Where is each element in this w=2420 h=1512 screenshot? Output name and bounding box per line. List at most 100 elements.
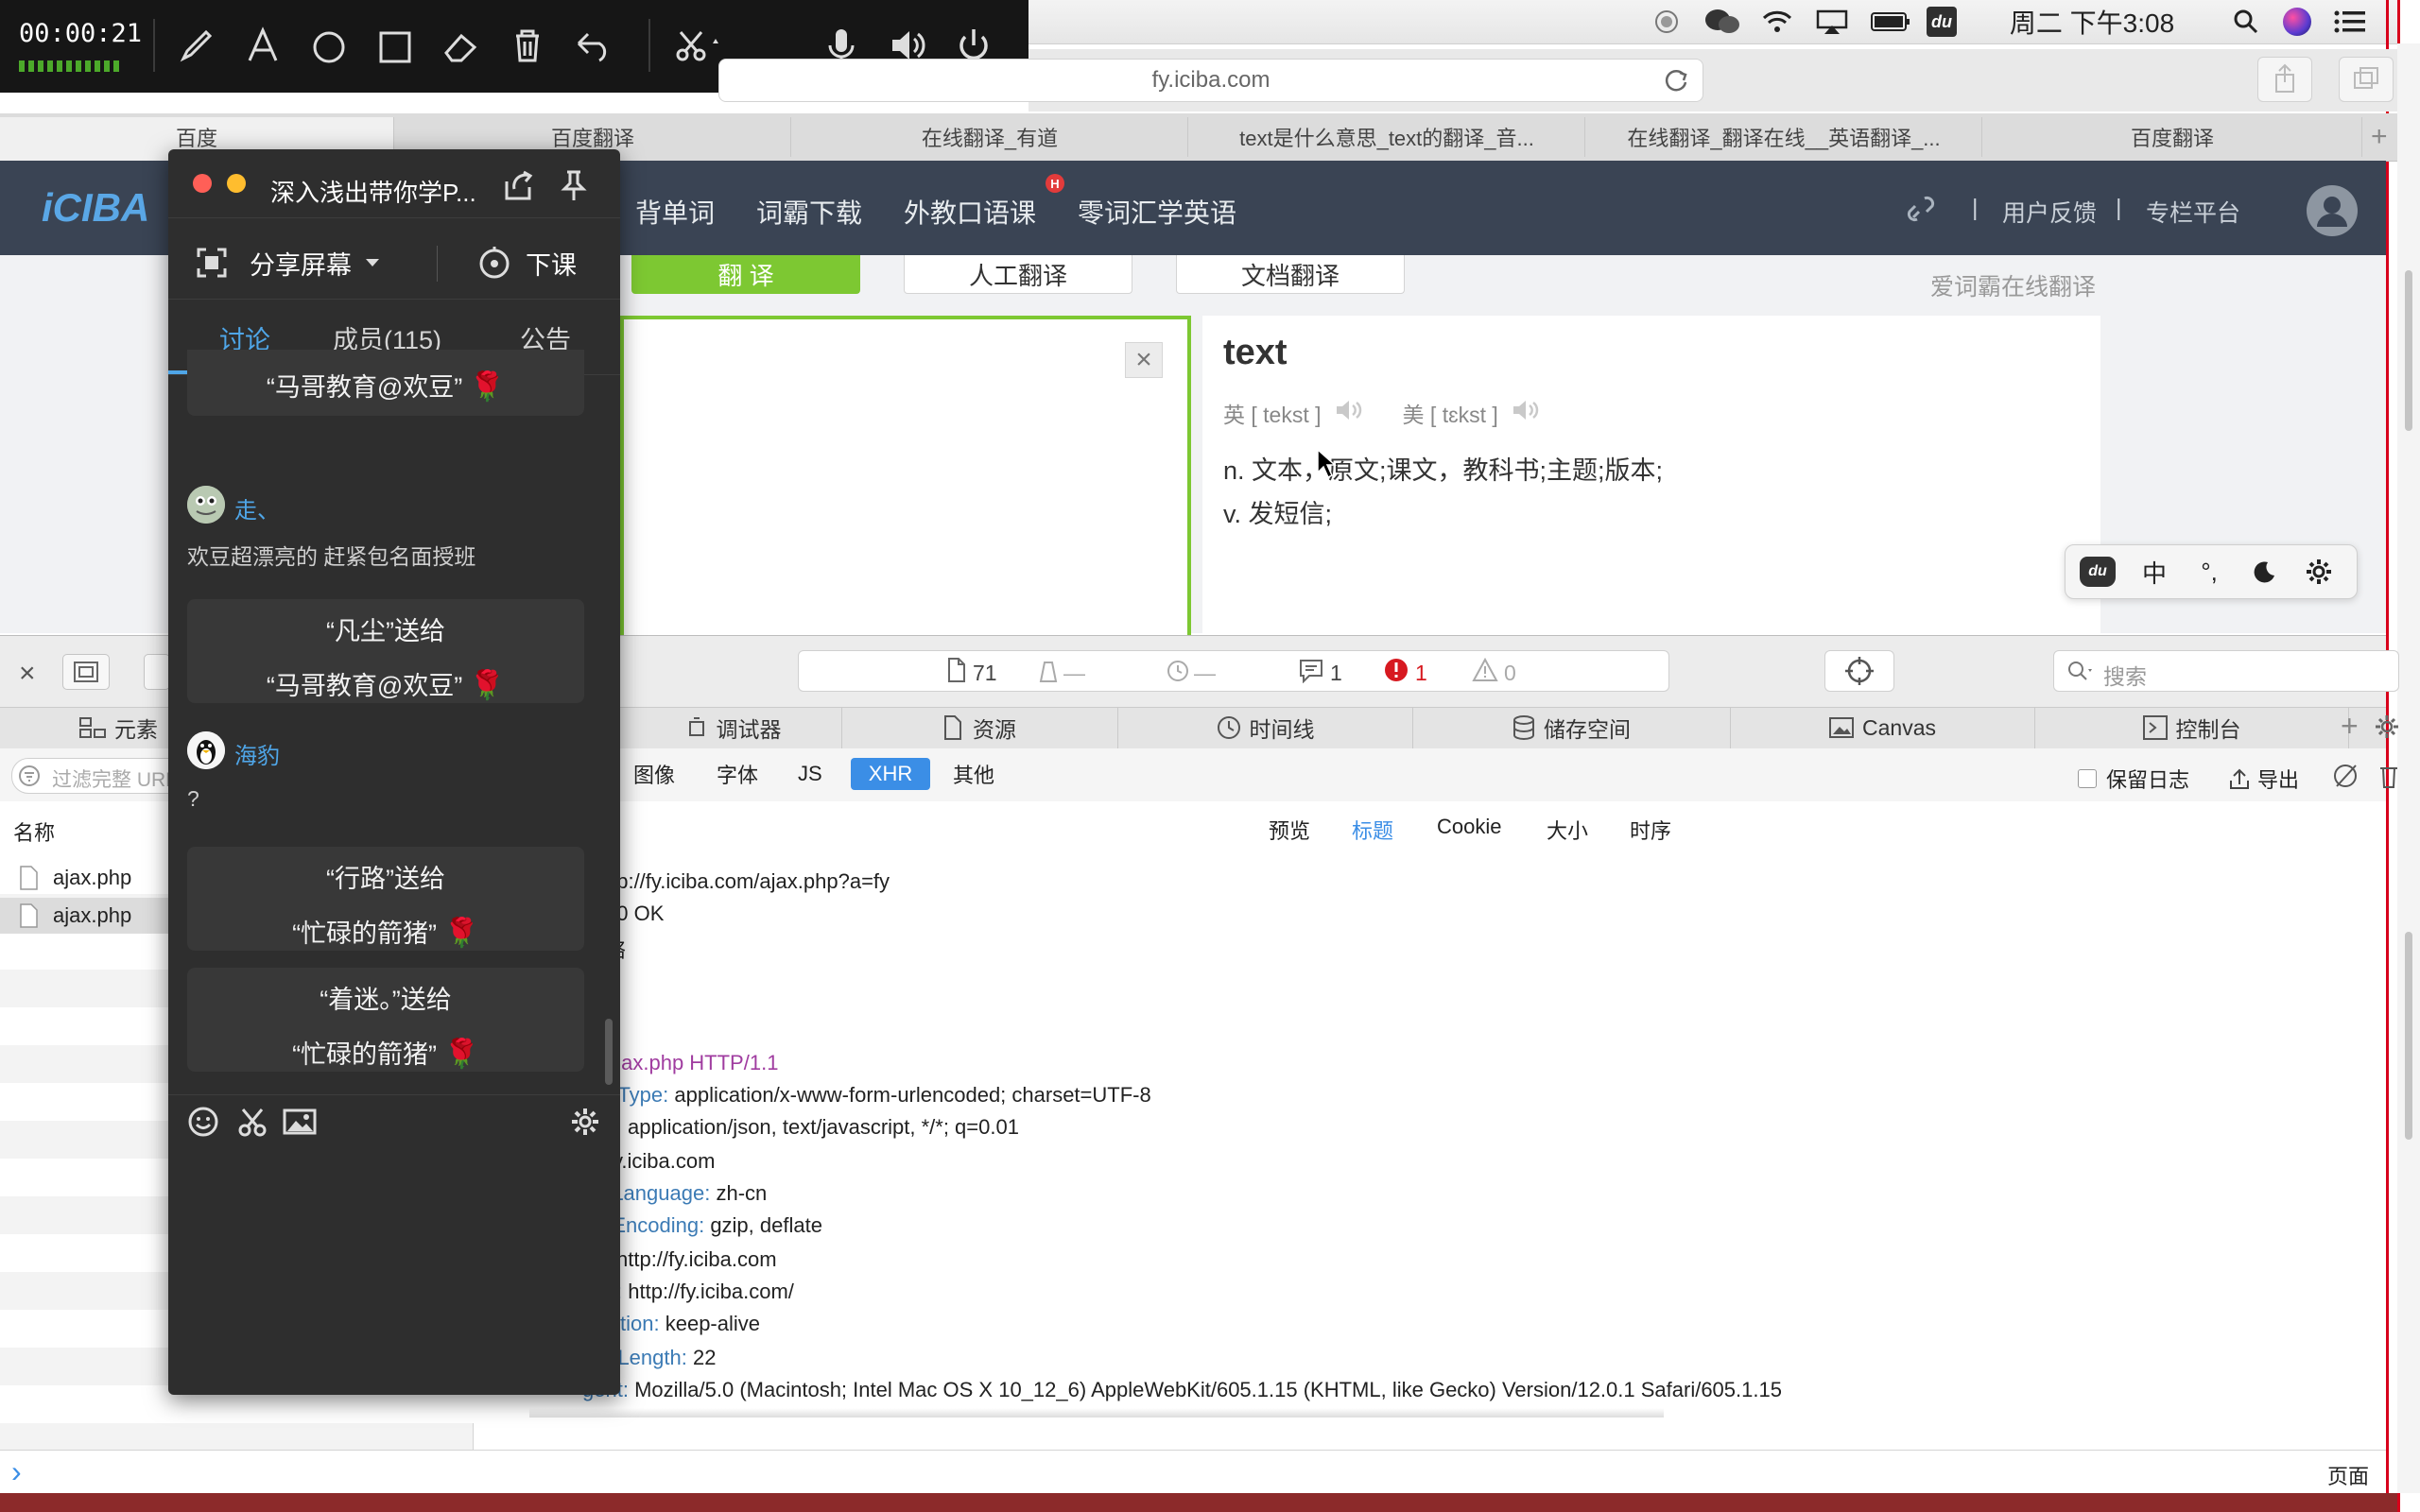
- user-avatar[interactable]: [187, 486, 225, 524]
- add-tab-plus-icon[interactable]: +: [2341, 709, 2359, 744]
- detail-tab-size[interactable]: 大小: [1547, 815, 1588, 845]
- spotlight-search-icon[interactable]: [2229, 6, 2263, 38]
- column-platform-link[interactable]: 专栏平台: [2146, 195, 2240, 229]
- share-out-icon[interactable]: [501, 168, 535, 207]
- export-button[interactable]: 导出: [2227, 764, 2299, 794]
- ime-punctuation-toggle[interactable]: °,: [2187, 555, 2232, 589]
- notification-center-icon[interactable]: [2331, 6, 2369, 38]
- browser-tab[interactable]: text是什么意思_text的翻译_音...: [1189, 117, 1585, 157]
- error-count: 1: [1415, 660, 1427, 685]
- tab-overview-button[interactable]: [2339, 57, 2394, 102]
- reload-icon[interactable]: [1663, 67, 1689, 98]
- user-feedback-link[interactable]: 用户反馈: [2002, 195, 2097, 229]
- inspect-element-button[interactable]: [1824, 650, 1894, 692]
- wifi-icon[interactable]: [1756, 6, 1798, 38]
- page-scrollbar[interactable]: [2397, 43, 2420, 1493]
- nav-link[interactable]: 背单词: [635, 193, 715, 231]
- share-screen-dropdown[interactable]: 分享屏幕: [195, 242, 382, 284]
- clear-icon[interactable]: ×: [1125, 342, 1163, 378]
- source-text-input[interactable]: ×: [620, 316, 1191, 637]
- tab-console[interactable]: 控制台: [2034, 707, 2349, 748]
- chat-scrollbar[interactable]: [605, 1019, 613, 1085]
- filter-images[interactable]: 图像: [628, 758, 681, 790]
- screenshot-scissors-icon[interactable]: [236, 1106, 268, 1143]
- devtools-search-input[interactable]: 搜索: [2053, 650, 2399, 692]
- tab-canvas[interactable]: Canvas: [1730, 707, 2035, 748]
- dock-toggle-button[interactable]: [62, 654, 110, 690]
- devtools-settings-gear-icon[interactable]: [2375, 713, 2399, 746]
- airplay-icon[interactable]: [1811, 6, 1853, 38]
- baidu-ime-icon[interactable]: du: [2077, 555, 2118, 589]
- name-column-header[interactable]: 名称: [13, 816, 55, 847]
- username[interactable]: 走、: [234, 491, 280, 524]
- pin-icon[interactable]: [560, 168, 588, 207]
- resource-count: 71: [973, 660, 997, 685]
- trash-icon[interactable]: [505, 23, 550, 68]
- tab-debugger[interactable]: 调试器: [624, 707, 842, 748]
- user-avatar[interactable]: [2307, 185, 2358, 236]
- new-tab-plus-icon[interactable]: +: [2371, 121, 2388, 153]
- filter-xhr[interactable]: XHR: [851, 758, 930, 790]
- rectangle-tool-icon[interactable]: [372, 23, 418, 68]
- human-translate-button[interactable]: 人工翻译: [904, 255, 1132, 294]
- ime-settings-gear-icon[interactable]: [2296, 555, 2342, 589]
- site-logo[interactable]: iCIBA: [42, 185, 149, 231]
- detail-tab-preview[interactable]: 预览: [1269, 815, 1310, 845]
- battery-icon[interactable]: [1868, 6, 1913, 38]
- document-translate-button[interactable]: 文档翻译: [1176, 255, 1405, 294]
- disable-cache-icon[interactable]: [2331, 762, 2360, 795]
- end-class-button[interactable]: 下课: [476, 242, 577, 284]
- preserve-log-checkbox[interactable]: 保留日志: [2078, 764, 2189, 794]
- siri-icon[interactable]: [2280, 6, 2314, 38]
- warning-icon[interactable]: [1472, 657, 1498, 689]
- ellipse-tool-icon[interactable]: [306, 23, 352, 68]
- detail-tab-headers[interactable]: 标题: [1352, 815, 1393, 845]
- ime-night-mode-icon[interactable]: [2241, 555, 2287, 589]
- tab-resources[interactable]: 资源: [841, 707, 1118, 748]
- log-message-icon[interactable]: [1298, 657, 1324, 689]
- image-upload-icon[interactable]: [282, 1106, 318, 1143]
- rose-icon: 🌹: [469, 670, 506, 701]
- user-avatar[interactable]: [187, 731, 225, 769]
- text-tool-icon[interactable]: [240, 23, 285, 68]
- ime-language-toggle[interactable]: 中: [2132, 555, 2177, 589]
- share-button[interactable]: [2257, 57, 2312, 102]
- address-bar[interactable]: fy.iciba.com: [718, 59, 1703, 102]
- console-prompt-bar[interactable]: › 页面: [0, 1450, 2386, 1494]
- eraser-tool-icon[interactable]: [439, 23, 484, 68]
- nav-link[interactable]: 词霸下载: [756, 193, 862, 231]
- clock[interactable]: 周二 下午3:08: [1974, 6, 2210, 38]
- minimize-window-button[interactable]: [227, 174, 246, 193]
- emoji-icon[interactable]: [187, 1106, 219, 1143]
- username[interactable]: 海豹: [234, 737, 280, 770]
- browser-tab[interactable]: 百度翻译: [1983, 117, 2362, 157]
- execution-context-label[interactable]: 页面: [2327, 1460, 2369, 1490]
- speaker-icon[interactable]: [1510, 397, 1542, 429]
- clear-log-trash-icon[interactable]: [2378, 762, 2397, 795]
- nav-link[interactable]: 零词汇学英语: [1078, 193, 1236, 231]
- pen-tool-icon[interactable]: [174, 23, 219, 68]
- link-icon[interactable]: [1906, 193, 1936, 230]
- filter-fonts[interactable]: 字体: [711, 758, 764, 790]
- speaker-icon[interactable]: [1333, 397, 1365, 429]
- close-window-button[interactable]: [193, 174, 212, 193]
- nav-link[interactable]: 外教口语课: [904, 193, 1036, 231]
- filter-other[interactable]: 其他: [947, 758, 1000, 790]
- chat-message-input[interactable]: [187, 1151, 601, 1368]
- close-icon[interactable]: ×: [19, 658, 36, 690]
- undo-icon[interactable]: [571, 23, 616, 68]
- baidu-du-icon[interactable]: du: [1925, 6, 1959, 38]
- wechat-icon[interactable]: [1702, 6, 1743, 38]
- browser-tab[interactable]: 在线翻译_翻译在线__英语翻译_...: [1586, 117, 1982, 157]
- dock-side-button[interactable]: [144, 654, 170, 690]
- error-icon[interactable]: [1383, 657, 1409, 689]
- tab-storage[interactable]: 储存空间: [1412, 707, 1731, 748]
- browser-tab[interactable]: 在线翻译_有道: [792, 117, 1188, 157]
- detail-tab-cookie[interactable]: Cookie: [1437, 815, 1501, 839]
- translate-button[interactable]: 翻 译: [631, 255, 860, 294]
- record-status-icon[interactable]: [1652, 6, 1681, 38]
- filter-js[interactable]: JS: [792, 758, 828, 790]
- tab-timeline[interactable]: 时间线: [1117, 707, 1413, 748]
- chat-settings-gear-icon[interactable]: [569, 1106, 601, 1143]
- detail-tab-timing[interactable]: 时序: [1630, 815, 1671, 845]
